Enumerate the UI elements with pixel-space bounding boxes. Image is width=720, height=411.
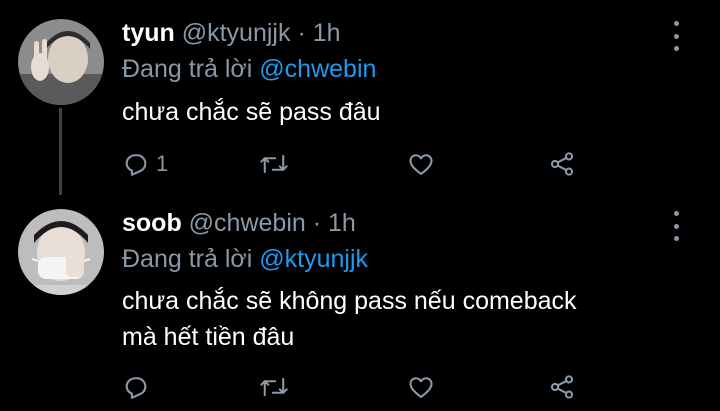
retweet-button[interactable] bbox=[259, 370, 289, 404]
tweet-text-line: chưa chắc sẽ pass đâu bbox=[122, 98, 381, 126]
separator: · bbox=[312, 209, 322, 237]
action-bar: 1 bbox=[122, 147, 592, 181]
like-button[interactable] bbox=[407, 147, 435, 181]
reply-button[interactable]: 1 bbox=[122, 147, 168, 181]
replying-mention[interactable]: @chwebin bbox=[259, 55, 376, 83]
reply-count: 1 bbox=[156, 151, 169, 176]
tweet-header: tyun @ktyunjjk · 1h bbox=[122, 19, 341, 48]
tweet-text-line: mà hết tiền đâu bbox=[122, 323, 295, 351]
like-icon bbox=[409, 377, 433, 398]
retweet-icon bbox=[260, 154, 288, 174]
tweet[interactable]: soob @chwebin · 1h Đang trả lời @ktyunjj… bbox=[0, 195, 720, 411]
share-icon bbox=[550, 152, 574, 176]
more-icon[interactable] bbox=[672, 21, 680, 51]
action-bar bbox=[122, 370, 592, 404]
timestamp[interactable]: 1h bbox=[313, 19, 341, 47]
replying-to: Đang trả lời @chwebin bbox=[122, 55, 376, 84]
replying-mention[interactable]: @ktyunjjk bbox=[259, 245, 368, 273]
share-button[interactable] bbox=[548, 147, 576, 181]
tweet[interactable]: tyun @ktyunjjk · 1h Đang trả lời @chwebi… bbox=[0, 0, 720, 195]
display-name[interactable]: tyun bbox=[122, 19, 175, 47]
share-icon bbox=[550, 375, 574, 399]
avatar-image bbox=[18, 19, 104, 105]
tweet-text: chưa chắc sẽ không pass nếu comeback mà … bbox=[122, 283, 702, 355]
handle[interactable]: @ktyunjjk bbox=[182, 19, 291, 47]
share-button[interactable] bbox=[548, 370, 576, 404]
avatar[interactable] bbox=[18, 209, 104, 295]
separator: · bbox=[297, 19, 306, 47]
timestamp[interactable]: 1h bbox=[328, 209, 356, 237]
avatar-image bbox=[18, 209, 104, 295]
replying-prefix: Đang trả lời bbox=[122, 55, 253, 83]
like-button[interactable] bbox=[407, 370, 435, 404]
retweet-button[interactable] bbox=[259, 147, 289, 181]
reply-icon bbox=[125, 377, 147, 399]
replying-prefix: Đang trả lời bbox=[122, 245, 253, 273]
more-icon[interactable] bbox=[672, 211, 680, 241]
tweet-text: chưa chắc sẽ pass đâu bbox=[122, 94, 381, 130]
tweet-text-line: chưa chắc sẽ không pass nếu comeback bbox=[122, 287, 577, 315]
tweet-header: soob @chwebin · 1h bbox=[122, 209, 356, 238]
reply-button[interactable] bbox=[122, 370, 156, 404]
reply-icon bbox=[125, 154, 147, 176]
thread-line bbox=[59, 108, 62, 195]
replying-to: Đang trả lời @ktyunjjk bbox=[122, 245, 368, 274]
retweet-icon bbox=[260, 377, 288, 397]
display-name[interactable]: soob bbox=[122, 209, 182, 237]
handle[interactable]: @chwebin bbox=[189, 209, 306, 237]
like-icon bbox=[409, 154, 433, 175]
avatar[interactable] bbox=[18, 19, 104, 105]
